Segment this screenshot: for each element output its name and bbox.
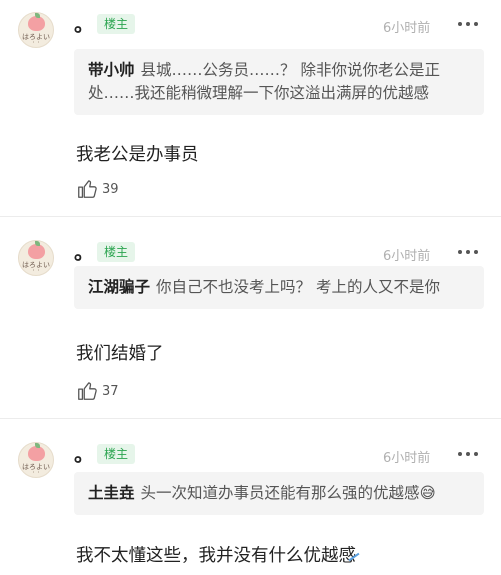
timestamp: 6小时前 (383, 451, 431, 466)
avatar[interactable]: はろよい ・・ (18, 240, 54, 276)
quoted-username[interactable]: 土圭垚 (88, 484, 135, 502)
like-button[interactable]: 39 (76, 178, 119, 200)
more-options-icon[interactable] (458, 22, 478, 26)
avatar-subcaption: ・・ (30, 268, 41, 274)
quoted-text: 县城……公务员……？ 除非你说你老公是正处……我还能稍微理解一下你这溢出满屏的优… (88, 61, 440, 102)
peach-icon (28, 446, 45, 461)
avatar[interactable]: はろよい ・・ (18, 12, 54, 48)
quoted-text: 头一次知道办事员还能有那么强的优越感😅 (140, 484, 436, 502)
avatar-subcaption: ・・ (30, 470, 41, 476)
quoted-comment[interactable]: 带小帅 县城……公务员……？ 除非你说你老公是正处……我还能稍微理解一下你这溢出满… (74, 49, 484, 115)
timestamp: 6小时前 (383, 249, 431, 264)
divider (0, 216, 501, 217)
thumbs-up-icon (78, 382, 97, 400)
leaf-icon (35, 241, 40, 246)
avatar[interactable]: はろよい ・・ (18, 442, 54, 478)
like-count: 37 (102, 383, 119, 399)
comment-feed: はろよい ・・ 。 楼主 6小时前 带小帅 县城……公务员……？ 除非你说你老公是… (0, 0, 501, 575)
reply-text: 我老公是办事员 (76, 145, 199, 165)
op-badge: 楼主 (97, 14, 136, 34)
more-options-icon[interactable] (458, 250, 478, 254)
divider (0, 418, 501, 419)
quoted-text: 你自己不也没考上吗？ 考上的人又不是你 (156, 278, 440, 296)
leaf-icon (35, 13, 40, 18)
leaf-icon (35, 443, 40, 448)
quoted-comment[interactable]: 土圭垚 头一次知道办事员还能有那么强的优越感😅 (74, 472, 484, 515)
thumbs-up-icon (78, 180, 97, 198)
reply-text: 我不太懂这些，我并没有什么优越感 (76, 546, 356, 566)
quoted-username[interactable]: 带小帅 (88, 61, 135, 79)
peach-icon (28, 244, 45, 259)
like-button[interactable]: 37 (76, 380, 119, 402)
reply-text: 我们结婚了 (76, 344, 164, 364)
op-badge: 楼主 (97, 242, 136, 262)
like-count: 39 (102, 181, 119, 197)
quoted-username[interactable]: 江湖骗子 (88, 278, 150, 296)
username[interactable]: 。 (74, 14, 94, 34)
username[interactable]: 。 (74, 242, 94, 262)
username[interactable]: 。 (74, 444, 94, 464)
more-options-icon[interactable] (458, 452, 478, 456)
quoted-comment[interactable]: 江湖骗子 你自己不也没考上吗？ 考上的人又不是你 (74, 266, 484, 309)
peach-icon (28, 16, 45, 31)
avatar-subcaption: ・・ (30, 40, 41, 46)
op-badge: 楼主 (97, 444, 136, 464)
timestamp: 6小时前 (383, 21, 431, 36)
